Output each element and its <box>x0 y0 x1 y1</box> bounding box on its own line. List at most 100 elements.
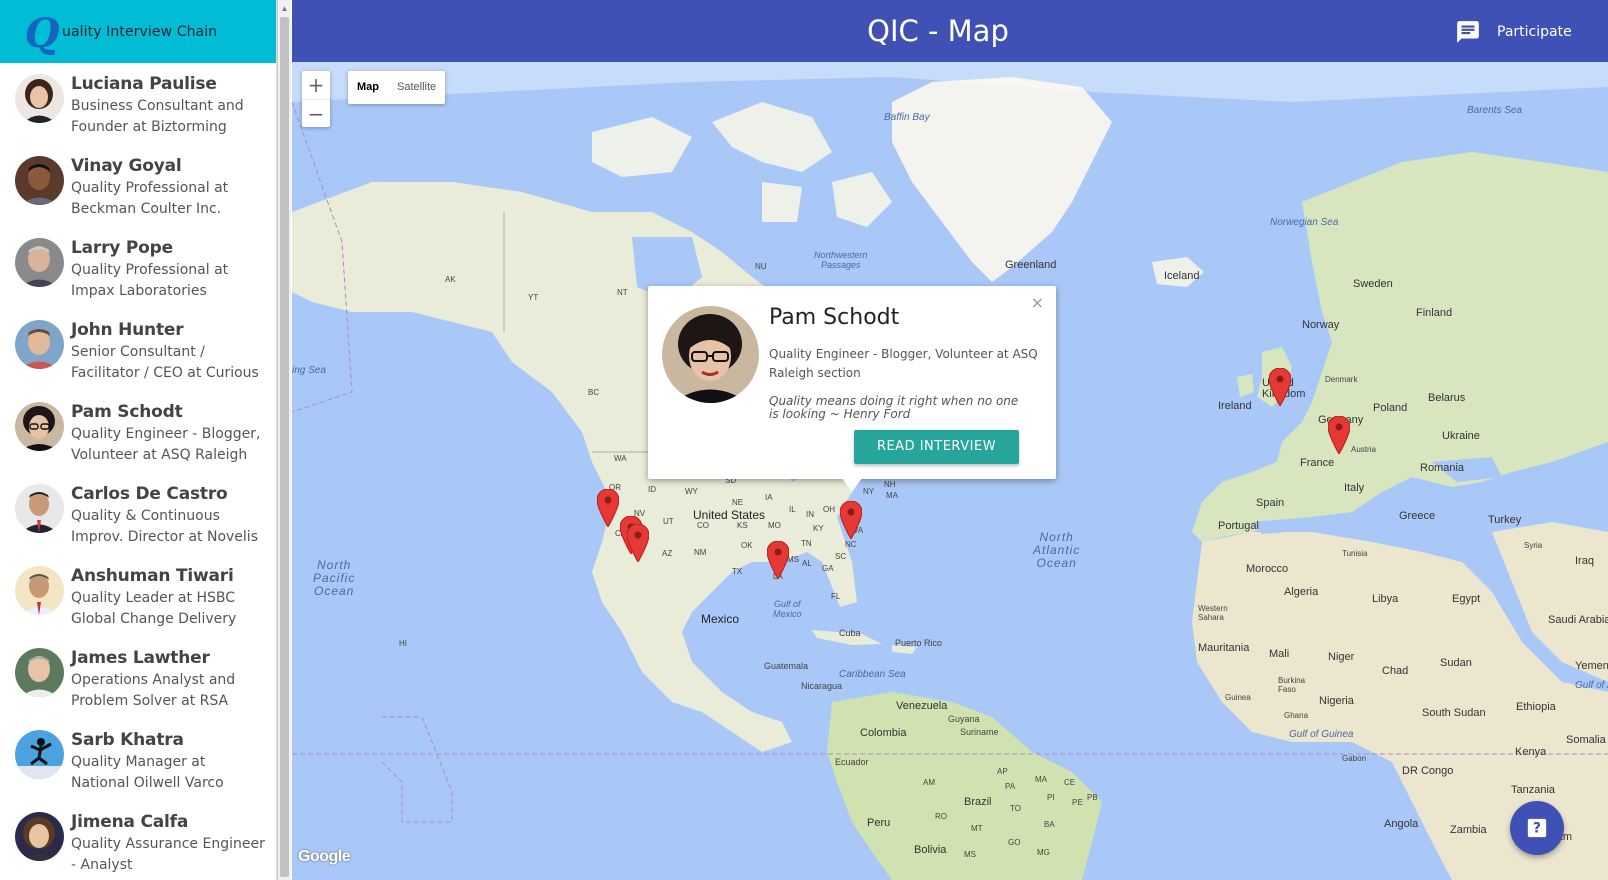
map-label-colombia: Colombia <box>860 727 907 739</box>
person-name: John Hunter <box>71 320 184 340</box>
map-label-wy: WY <box>685 487 698 496</box>
person-text: Jimena Calfa Quality Assurance Engineer -… <box>71 811 267 880</box>
person-name: Pam Schodt <box>71 402 183 422</box>
zoom-in-button[interactable]: + <box>302 71 330 99</box>
read-interview-button[interactable]: READ INTERVIEW <box>854 430 1019 464</box>
map-label-puerto-rico: Puerto Rico <box>895 638 943 648</box>
map-label-saudi-arabia: Saudi Arabia <box>1548 614 1608 626</box>
app-root: Q uality Interview Chain Luciana Paulise… <box>0 0 1608 880</box>
map-label-north-pacific-ocean: North Pacific Ocean <box>313 558 356 598</box>
map-label-belarus: Belarus <box>1428 392 1466 404</box>
person-role: Quality Professional at Beckman Coulter … <box>71 180 229 217</box>
map-label-tx: TX <box>732 567 743 576</box>
sidebar-header[interactable]: Q uality Interview Chain <box>0 0 276 63</box>
map-label-yt: YT <box>528 293 539 302</box>
help-button[interactable]: ? <box>1510 801 1564 855</box>
map-label-zambia: Zambia <box>1450 824 1487 836</box>
map-label-burkina-faso: Burkina Faso <box>1278 676 1306 694</box>
map-label-ro: RO <box>935 812 947 821</box>
person-role: Quality Engineer - Blogger, Volunteer at… <box>71 426 261 463</box>
map-label-fl: FL <box>831 592 841 601</box>
google-logo[interactable]: Google <box>298 848 351 866</box>
map-label-ms-br: MS <box>964 850 976 859</box>
map-label-am: AM <box>923 778 935 787</box>
map-label-libya: Libya <box>1372 593 1399 605</box>
map-label-bolivia: Bolivia <box>914 844 947 856</box>
map-marker-icon[interactable] <box>1328 416 1350 454</box>
person-text: John Hunter Senior Consultant / Facilitat… <box>71 319 267 391</box>
info-person-role: Quality Engineer - Blogger, Volunteer at… <box>769 347 1038 380</box>
person-list-item[interactable]: James Lawther Operations Analyst and Prob… <box>0 637 276 719</box>
map-label-brazil: Brazil <box>964 796 992 808</box>
map-label-hi: HI <box>399 639 407 648</box>
info-person-name: Pam Schodt <box>769 305 900 330</box>
map-label-tn: TN <box>801 539 812 548</box>
map-marker-icon[interactable] <box>840 501 862 539</box>
person-list-item[interactable]: Jimena Calfa Quality Assurance Engineer -… <box>0 801 276 880</box>
person-list-item[interactable]: Pam Schodt Quality Engineer - Blogger, Vo… <box>0 391 276 473</box>
person-list-item[interactable]: Vinay Goyal Quality Professional at Beckm… <box>0 145 276 227</box>
map-label-ne: NE <box>732 498 744 507</box>
map-label-gulf-of-mexico: Gulf of Mexico <box>773 599 802 619</box>
map-label-mt-br: MT <box>971 824 983 833</box>
avatar <box>15 74 64 123</box>
scroll-up-arrow-icon[interactable]: ▲ <box>278 0 291 16</box>
person-name: Larry Pope <box>71 238 173 258</box>
map-label-western-sahara: Western Sahara <box>1198 604 1228 622</box>
map-label-gulf-of-guinea: Gulf of Guinea <box>1289 729 1354 740</box>
sidebar-scrollbar[interactable]: ▲ <box>277 0 291 880</box>
map-label-cuba: Cuba <box>839 628 861 638</box>
map-label-pb: PB <box>1087 793 1098 802</box>
person-list-item[interactable]: Carlos De Castro Quality & Continuous Imp… <box>0 473 276 555</box>
map-label-bc: BC <box>588 388 600 397</box>
close-icon[interactable]: × <box>1031 293 1044 312</box>
people-list: Luciana Paulise Business Consultant and F… <box>0 63 276 880</box>
map-label-tanzania: Tanzania <box>1511 784 1556 796</box>
map-label-morocco: Morocco <box>1246 563 1289 575</box>
map-marker-icon[interactable] <box>767 541 789 579</box>
map-label-mali: Mali <box>1269 648 1290 660</box>
map-label-nigeria: Nigeria <box>1319 695 1354 707</box>
person-list-item[interactable]: Luciana Paulise Business Consultant and F… <box>0 63 276 145</box>
map-marker-icon[interactable] <box>627 524 649 562</box>
person-role: Business Consultant and Founder at Bizto… <box>71 98 244 135</box>
map-label-gabon: Gabon <box>1342 754 1367 763</box>
map-label-ethiopia: Ethiopia <box>1516 701 1556 713</box>
avatar <box>15 484 64 533</box>
map-type-satellite-button[interactable]: Satellite <box>388 71 445 104</box>
person-text: Anshuman Tiwari Quality Leader at HSBC Gl… <box>71 565 267 637</box>
map-label-mg: MG <box>1037 848 1050 857</box>
map-label-finland: Finland <box>1416 307 1453 319</box>
map-label-niger: Niger <box>1328 651 1355 663</box>
map-label-dr-congo: DR Congo <box>1402 765 1454 777</box>
map-label-north-atlantic-ocean: North Atlantic Ocean <box>1033 530 1081 570</box>
map-label-ky: KY <box>813 524 824 533</box>
zoom-out-button[interactable]: − <box>302 99 330 127</box>
map-label-greece: Greece <box>1399 510 1436 522</box>
avatar <box>15 812 64 861</box>
scroll-thumb[interactable] <box>280 17 289 877</box>
person-list-item[interactable]: Larry Pope Quality Professional at Impax … <box>0 227 276 309</box>
participate-button[interactable]: Participate <box>1455 17 1572 47</box>
map-label-guinea: Guinea <box>1225 693 1251 702</box>
person-name: Carlos De Castro <box>71 484 228 504</box>
map-label-mauritania: Mauritania <box>1198 642 1250 654</box>
info-window-pointer <box>842 478 862 492</box>
map-label-guyana: Guyana <box>948 714 980 724</box>
person-role: Quality & Continuous Improv. Director at… <box>71 508 258 545</box>
map-label-in: IN <box>806 510 814 519</box>
map-label-nc: NC <box>845 540 857 549</box>
person-name: Sarb Khatra <box>71 730 184 750</box>
app-name: uality Interview Chain <box>62 23 218 40</box>
map-label-ak: AK <box>445 275 456 284</box>
map-label-norwegian-sea: Norwegian Sea <box>1270 217 1339 228</box>
avatar <box>15 402 64 451</box>
map-label-guatemala: Guatemala <box>764 661 809 671</box>
map-marker-icon[interactable] <box>1269 368 1291 406</box>
logo-icon: Q <box>24 10 60 57</box>
map-type-map-button[interactable]: Map <box>348 71 388 104</box>
person-list-item[interactable]: John Hunter Senior Consultant / Facilitat… <box>0 309 276 391</box>
person-list-item[interactable]: Sarb Khatra Quality Manager at National O… <box>0 719 276 801</box>
person-list-item[interactable]: Anshuman Tiwari Quality Leader at HSBC Gl… <box>0 555 276 637</box>
map-marker-icon[interactable] <box>597 489 619 527</box>
